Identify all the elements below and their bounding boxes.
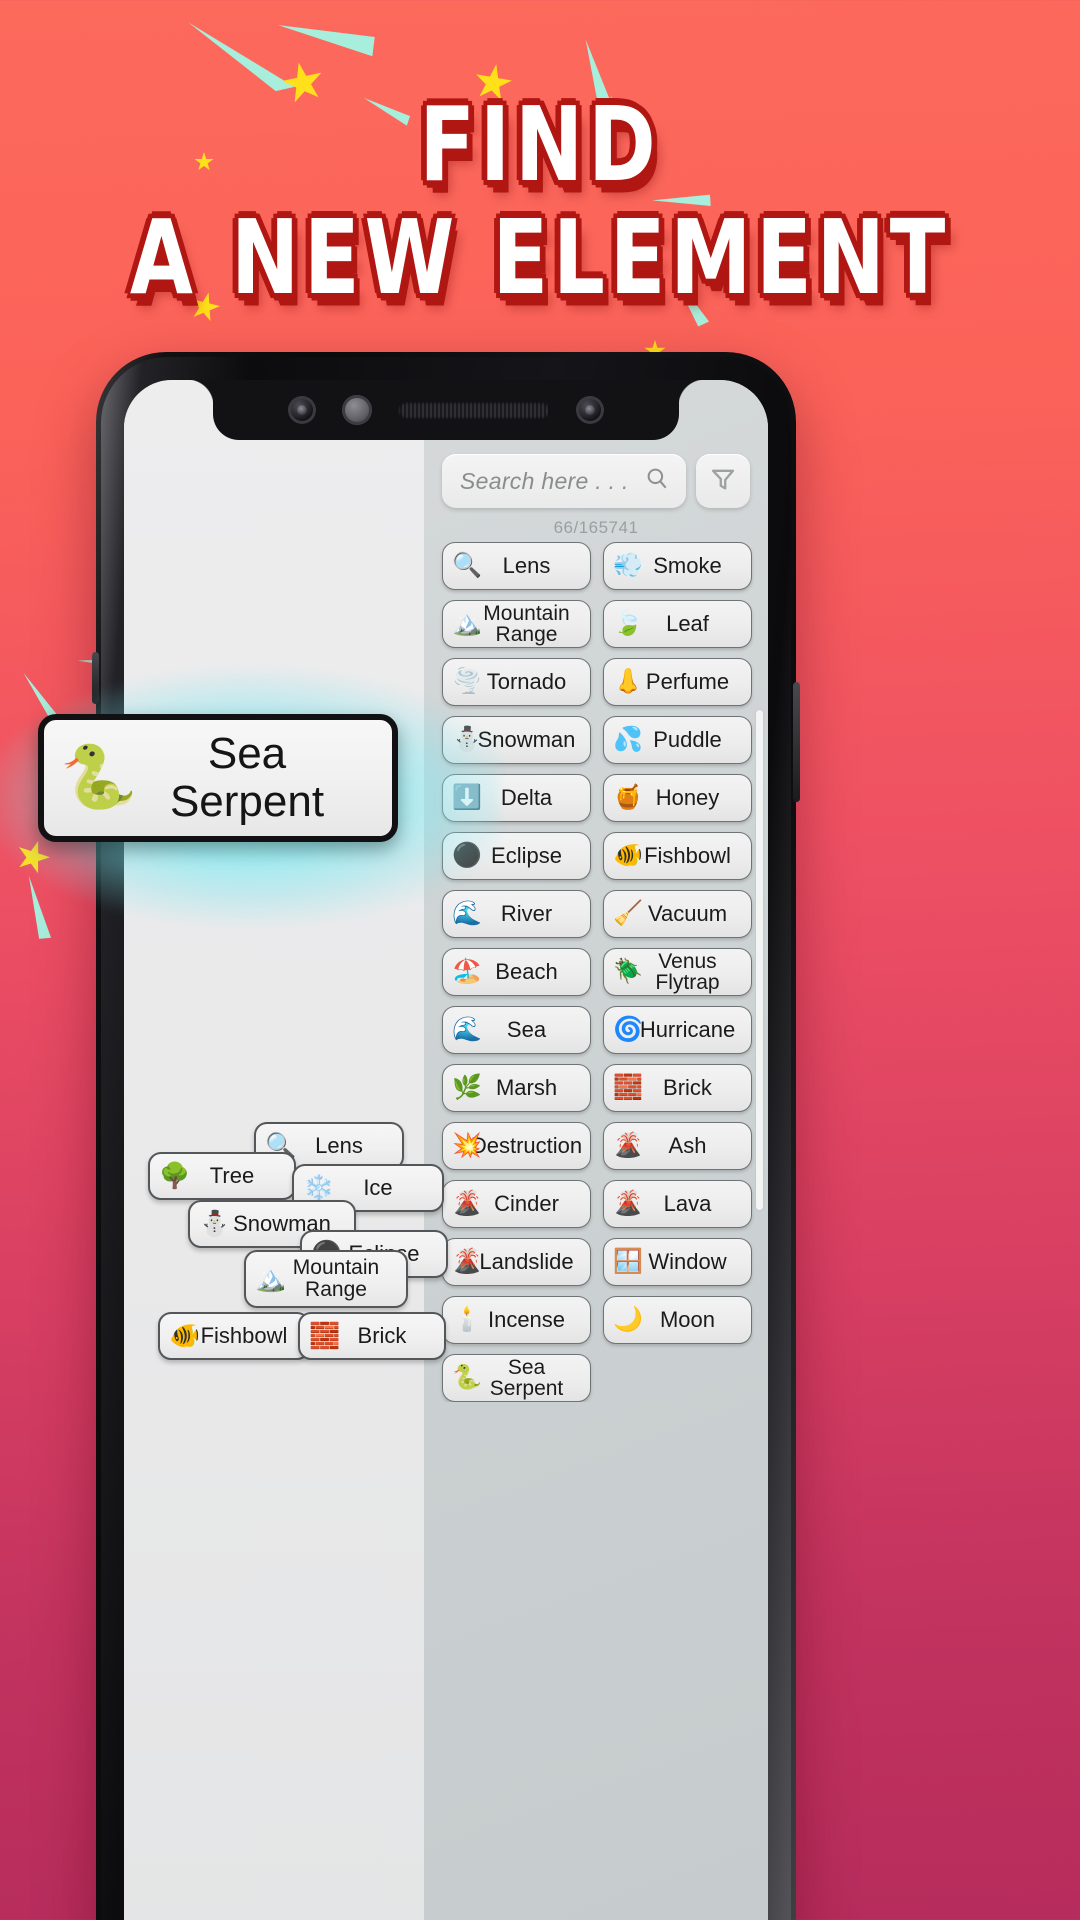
headline-line-2: A NEW ELEMENT: [129, 197, 951, 318]
element-emoji-icon: 🌋: [613, 1190, 643, 1217]
element-pill[interactable]: 🌙 Moon: [603, 1296, 752, 1344]
element-pill[interactable]: 🌋 Lava: [603, 1180, 752, 1228]
element-pill[interactable]: 🐍 Sea Serpent: [442, 1354, 591, 1402]
search-row: Search here . . .: [424, 454, 768, 508]
element-pill[interactable]: 🌿 Marsh: [442, 1064, 591, 1112]
discovered-element-card[interactable]: 🐍 Sea Serpent: [38, 714, 398, 842]
element-pill[interactable]: 💦 Puddle: [603, 716, 752, 764]
element-emoji-icon: 🧹: [613, 900, 643, 927]
element-pill[interactable]: 🧱 Brick: [603, 1064, 752, 1112]
element-pill[interactable]: 🏖️ Beach: [442, 948, 591, 996]
workspace-canvas[interactable]: [124, 380, 424, 1920]
element-emoji-icon: 🐠: [613, 842, 643, 869]
element-emoji-icon: 🌀: [613, 1016, 643, 1043]
element-list-scrollbar[interactable]: [756, 710, 763, 1210]
element-emoji-icon: 🧱: [613, 1074, 643, 1101]
element-emoji-icon: 🌋: [452, 1248, 482, 1275]
element-pill[interactable]: 🧹 Vacuum: [603, 890, 752, 938]
element-emoji-icon: 🏖️: [452, 958, 482, 985]
element-emoji-icon: 💨: [613, 552, 643, 579]
element-pill[interactable]: 🌋 Landslide: [442, 1238, 591, 1286]
phone-mockup: Search here . . . 66/165741 🔍 Lens 💨 Smo…: [92, 352, 800, 1920]
element-pill[interactable]: 🌀 Hurricane: [603, 1006, 752, 1054]
element-pill[interactable]: 💥 Destruction: [442, 1122, 591, 1170]
element-pill[interactable]: 🪲 Venus Flytrap: [603, 948, 752, 996]
element-emoji-icon: 🌿: [452, 1074, 482, 1101]
element-pill[interactable]: 🐠 Fishbowl: [603, 832, 752, 880]
streak-decor: [278, 0, 382, 89]
element-emoji-icon: 🌋: [452, 1190, 482, 1217]
element-emoji-icon: 🪲: [613, 958, 643, 985]
filter-funnel-icon: [709, 465, 737, 498]
element-emoji-icon: 🌙: [613, 1306, 643, 1333]
element-pill[interactable]: 🏔️ Mountain Range: [442, 600, 591, 648]
speaker-grille-icon: [398, 401, 550, 419]
element-pill[interactable]: 🌊 Sea: [442, 1006, 591, 1054]
phone-notch: [187, 380, 705, 440]
element-pill[interactable]: 🕯️ Incense: [442, 1296, 591, 1344]
element-pill[interactable]: 👃 Perfume: [603, 658, 752, 706]
element-pill[interactable]: 🍯 Honey: [603, 774, 752, 822]
element-pill[interactable]: 💨 Smoke: [603, 542, 752, 590]
element-emoji-icon: 💦: [613, 726, 643, 753]
phone-power-button[interactable]: [793, 682, 800, 802]
element-emoji-icon: 🍃: [613, 610, 643, 637]
element-emoji-icon: 🕯️: [452, 1306, 482, 1333]
element-emoji-icon: 🪟: [613, 1248, 643, 1275]
filter-button[interactable]: [696, 454, 750, 508]
streak-decor: [177, 22, 304, 95]
element-pill[interactable]: 🔍 Lens: [442, 542, 591, 590]
element-emoji-icon: 🍯: [613, 784, 643, 811]
element-emoji-icon: 🏔️: [452, 610, 482, 637]
headline-line-1: FIND: [419, 85, 661, 205]
discovery-counter: 66/165741: [553, 518, 639, 537]
magnifier-icon[interactable]: [644, 466, 670, 497]
element-emoji-icon: 👃: [613, 668, 643, 695]
camera-icon: [288, 396, 316, 424]
element-emoji-icon: 💥: [452, 1132, 482, 1159]
camera-icon: [576, 396, 604, 424]
headline: FIND A NEW ELEMENT: [0, 85, 1080, 309]
sensor-icon: [342, 395, 372, 425]
search-placeholder: Search here . . .: [460, 467, 629, 494]
sea-serpent-icon: 🐍: [60, 743, 138, 812]
element-pill[interactable]: 🪟 Window: [603, 1238, 752, 1286]
element-emoji-icon: 🌋: [613, 1132, 643, 1159]
element-panel: Search here . . . 66/165741 🔍 Lens 💨 Smo…: [424, 380, 768, 1920]
element-emoji-icon: 🐍: [452, 1364, 482, 1391]
search-input[interactable]: Search here . . .: [442, 454, 686, 508]
phone-screen: Search here . . . 66/165741 🔍 Lens 💨 Smo…: [124, 380, 768, 1920]
element-emoji-icon: 🌊: [452, 1016, 482, 1043]
element-pill[interactable]: 🌋 Ash: [603, 1122, 752, 1170]
element-pill[interactable]: 🍃 Leaf: [603, 600, 752, 648]
element-emoji-icon: 🔍: [452, 552, 482, 579]
element-pill[interactable]: 🌋 Cinder: [442, 1180, 591, 1228]
